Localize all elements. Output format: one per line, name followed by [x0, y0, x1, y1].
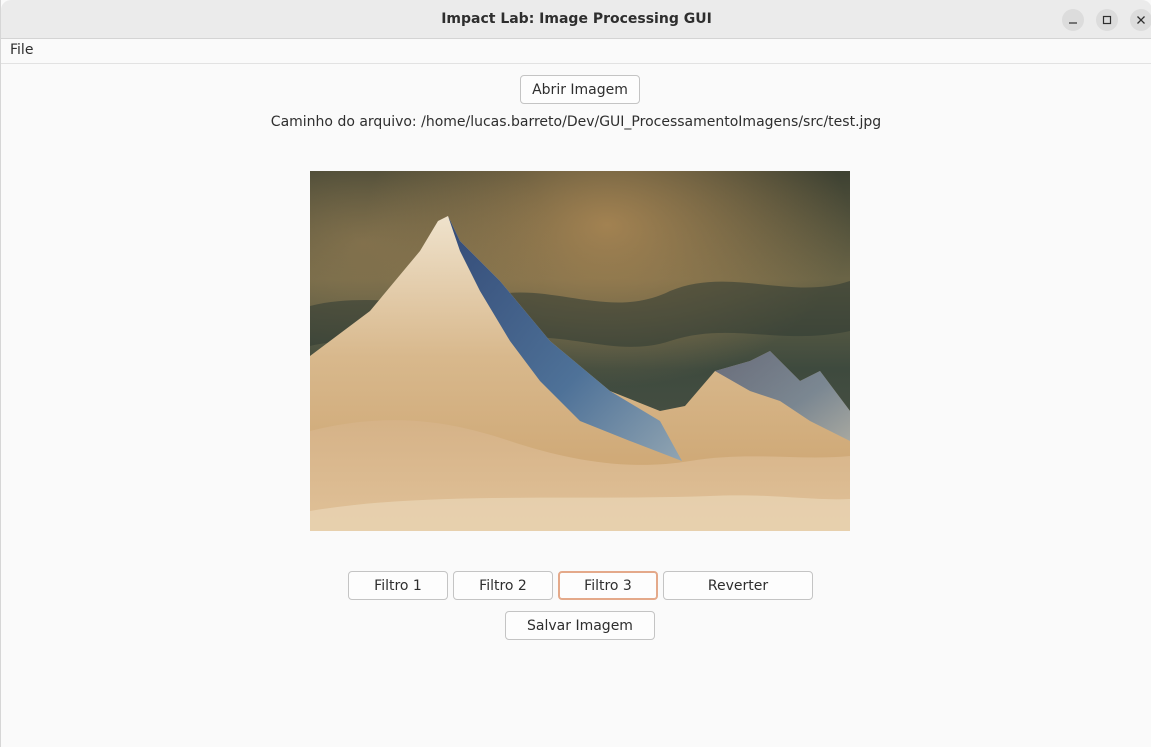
menu-bar: File	[1, 39, 1151, 64]
maximize-button[interactable]	[1096, 9, 1118, 31]
close-icon	[1137, 16, 1145, 24]
minimize-icon	[1069, 22, 1077, 24]
revert-button[interactable]: Reverter	[663, 571, 813, 600]
app-window: Impact Lab: Image Processing GUI File Ab…	[0, 0, 1151, 747]
minimize-button[interactable]	[1062, 9, 1084, 31]
menu-file[interactable]: File	[10, 42, 33, 58]
mountain-image	[310, 171, 850, 531]
filter-1-button[interactable]: Filtro 1	[348, 571, 448, 600]
window-title: Impact Lab: Image Processing GUI	[441, 11, 712, 27]
maximize-icon	[1102, 15, 1112, 25]
filter-2-button[interactable]: Filtro 2	[453, 571, 553, 600]
title-bar[interactable]: Impact Lab: Image Processing GUI	[1, 0, 1151, 39]
save-image-button[interactable]: Salvar Imagem	[505, 611, 655, 640]
file-path-label: Caminho do arquivo: /home/lucas.barreto/…	[270, 114, 882, 130]
close-button[interactable]	[1130, 9, 1151, 31]
filter-3-button[interactable]: Filtro 3	[558, 571, 658, 600]
open-image-button[interactable]: Abrir Imagem	[520, 75, 640, 104]
